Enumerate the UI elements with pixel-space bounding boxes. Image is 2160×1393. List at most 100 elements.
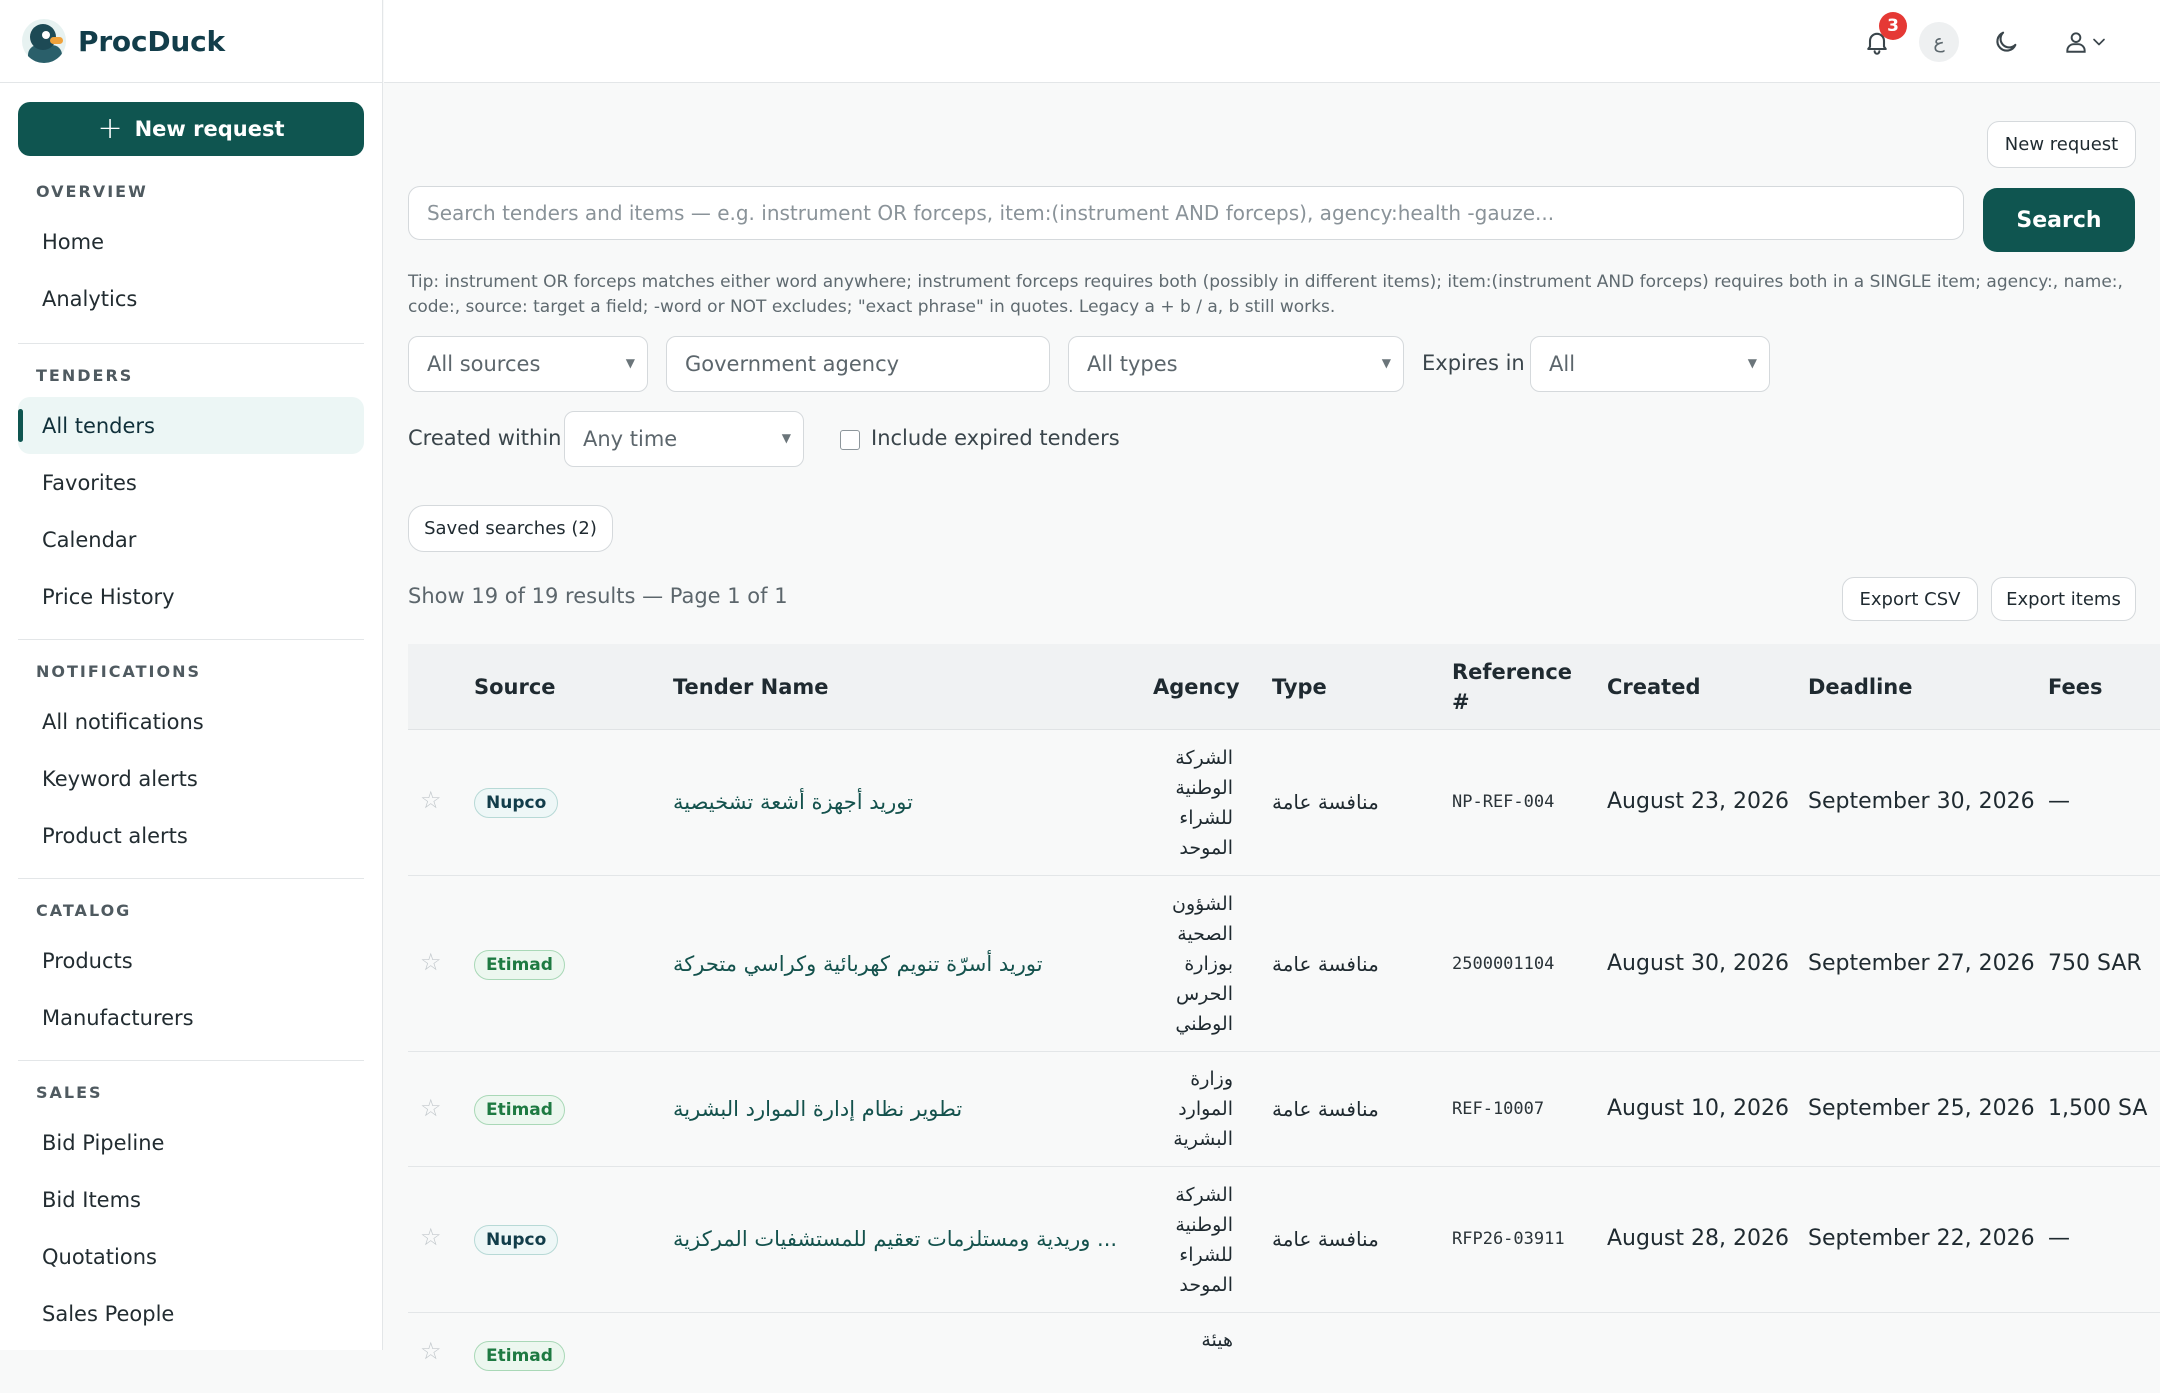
sidebar-item-all-notifications[interactable]: All notifications <box>18 693 364 750</box>
deadline-date: September 22, 2026 <box>1808 1226 2035 1251</box>
include-expired-checkbox[interactable] <box>840 430 860 450</box>
duck-logo-icon <box>22 19 66 63</box>
caret-down-icon: ▼ <box>625 356 635 370</box>
favorite-star-icon[interactable]: ☆ <box>420 1094 442 1122</box>
tender-type: منافسة عامة <box>1272 1097 1379 1121</box>
sidebar-item-bid-pipeline[interactable]: Bid Pipeline <box>18 1114 364 1171</box>
type-select[interactable]: All types ▼ <box>1068 336 1404 392</box>
created-within-value: Any time <box>583 427 678 451</box>
app-name: ProcDuck <box>78 24 225 58</box>
agency-name: وزارة الموارد البشرية <box>1173 1068 1233 1150</box>
export-csv-button[interactable]: Export CSV <box>1842 577 1978 621</box>
topbar: 3 ع <box>384 0 2160 83</box>
new-request-button[interactable]: New request <box>1987 121 2136 168</box>
created-within-select[interactable]: Any time ▼ <box>564 411 804 467</box>
reference-number: REF-10007 <box>1452 1099 1545 1119</box>
column-header-reference[interactable]: Reference # <box>1452 657 1572 717</box>
fees: — <box>2048 789 2070 814</box>
source-select-value: All sources <box>427 352 541 376</box>
export-items-button[interactable]: Export items <box>1991 577 2136 621</box>
plus-icon: + <box>97 111 123 146</box>
sidebar-item-product-alerts[interactable]: Product alerts <box>18 807 364 864</box>
language-toggle[interactable]: ع <box>1919 22 1959 62</box>
include-expired-label[interactable]: Include expired tenders <box>871 426 1120 450</box>
expires-select[interactable]: All ▼ <box>1530 336 1770 392</box>
source-badge: Etimad <box>474 950 565 980</box>
fees: — <box>2048 1226 2070 1251</box>
divider <box>18 639 364 640</box>
results-summary: Show 19 of 19 results — Page 1 of 1 <box>408 584 788 608</box>
nav-section-notifications: NOTIFICATIONS All notifications Keyword … <box>18 654 364 864</box>
deadline-date: September 25, 2026 <box>1808 1096 2035 1121</box>
sidebar-item-keyword-alerts[interactable]: Keyword alerts <box>18 750 364 807</box>
theme-toggle[interactable] <box>1986 22 2026 62</box>
column-header-agency[interactable]: Agency <box>1153 675 1240 699</box>
notification-count-badge: 3 <box>1879 12 1907 40</box>
divider <box>18 343 364 344</box>
nav-section-tenders: TENDERS All tenders Favorites Calendar P… <box>18 358 364 625</box>
divider <box>18 1060 364 1061</box>
saved-searches-button[interactable]: Saved searches (2) <box>408 505 613 552</box>
table-row[interactable]: ☆ Etimad تطوير نظام إدارة الموارد البشري… <box>408 1052 2160 1167</box>
tender-name-link[interactable]: ... وريدية ومستلزمات تعقيم للمستشفيات ال… <box>673 1227 1117 1251</box>
favorite-star-icon[interactable]: ☆ <box>420 786 442 814</box>
user-menu-button[interactable] <box>2056 22 2116 62</box>
tender-name-link[interactable]: توريد أجهزة أشعة تشخيصية <box>673 790 913 814</box>
column-header-fees[interactable]: Fees <box>2048 675 2102 699</box>
tender-name-link[interactable]: تطوير نظام إدارة الموارد البشرية <box>673 1097 962 1121</box>
created-date: August 28, 2026 <box>1607 1226 1789 1251</box>
favorite-star-icon[interactable]: ☆ <box>420 948 442 976</box>
table-row[interactable]: ☆ Nupco توريد أجهزة أشعة تشخيصية الشركة … <box>408 730 2160 876</box>
column-header-deadline[interactable]: Deadline <box>1808 675 1912 699</box>
sidebar-new-request-button[interactable]: + New request <box>18 102 364 156</box>
agency-name: هيئة <box>1201 1329 1233 1351</box>
caret-down-icon: ▼ <box>1747 356 1757 370</box>
column-header-tender-name[interactable]: Tender Name <box>673 675 829 699</box>
chevron-down-icon <box>2093 38 2105 46</box>
caret-down-icon: ▼ <box>1381 356 1391 370</box>
tender-name-link[interactable]: توريد أسرّة تنويم كهربائية وكراسي متحركة <box>673 952 1043 976</box>
sidebar-item-sales-people[interactable]: Sales People <box>18 1285 364 1342</box>
table-row[interactable]: ☆ Etimad توريد أسرّة تنويم كهربائية وكرا… <box>408 876 2160 1052</box>
tender-type: منافسة عامة <box>1272 790 1379 814</box>
agency-name: الشركة الوطنية للشراء الموحد <box>1175 747 1233 859</box>
search-button[interactable]: Search <box>1983 188 2135 252</box>
sidebar-item-home[interactable]: Home <box>18 213 364 270</box>
nav-section-overview: OVERVIEW Home Analytics <box>18 174 364 327</box>
fees: 1,500 SA <box>2048 1096 2148 1121</box>
nav-heading: TENDERS <box>36 365 134 385</box>
sidebar-item-products[interactable]: Products <box>18 932 364 989</box>
expires-label: Expires in <box>1422 351 1525 375</box>
notifications-button[interactable]: 3 <box>1857 12 1907 62</box>
fees: 750 SAR <box>2048 951 2142 976</box>
source-select[interactable]: All sources ▼ <box>408 336 648 392</box>
column-header-type[interactable]: Type <box>1272 675 1327 699</box>
sidebar-item-bid-items[interactable]: Bid Items <box>18 1171 364 1228</box>
search-input[interactable]: Search tenders and items — e.g. instrume… <box>408 186 1964 240</box>
column-header-source[interactable]: Source <box>474 675 556 699</box>
source-badge: Etimad <box>474 1341 565 1371</box>
sidebar-item-manufacturers[interactable]: Manufacturers <box>18 989 364 1046</box>
nav-heading: OVERVIEW <box>36 181 148 201</box>
column-header-created[interactable]: Created <box>1607 675 1701 699</box>
sidebar-item-price-history[interactable]: Price History <box>18 568 364 625</box>
sidebar-item-favorites[interactable]: Favorites <box>18 454 364 511</box>
created-date: August 10, 2026 <box>1607 1096 1789 1121</box>
table-row[interactable]: ☆ Etimad هيئة <box>408 1313 2160 1393</box>
divider <box>18 878 364 879</box>
sidebar-item-calendar[interactable]: Calendar <box>18 511 364 568</box>
sidebar-item-analytics[interactable]: Analytics <box>18 270 364 327</box>
sidebar-item-quotations[interactable]: Quotations <box>18 1228 364 1285</box>
brand[interactable]: ProcDuck <box>0 0 382 83</box>
tenders-table: Source Tender Name Agency Type Reference… <box>408 644 2160 1393</box>
tender-type: منافسة عامة <box>1272 1227 1379 1251</box>
sidebar-item-all-tenders[interactable]: All tenders <box>18 397 364 454</box>
search-tip: Tip: instrument OR forceps matches eithe… <box>408 272 2123 317</box>
favorite-star-icon[interactable]: ☆ <box>420 1337 442 1365</box>
table-row[interactable]: ☆ Nupco ... وريدية ومستلزمات تعقيم للمست… <box>408 1167 2160 1313</box>
created-date: August 23, 2026 <box>1607 789 1789 814</box>
deadline-date: September 30, 2026 <box>1808 789 2035 814</box>
agency-input[interactable]: Government agency <box>666 336 1050 392</box>
reference-number: RFP26-03911 <box>1452 1229 1565 1249</box>
favorite-star-icon[interactable]: ☆ <box>420 1223 442 1251</box>
